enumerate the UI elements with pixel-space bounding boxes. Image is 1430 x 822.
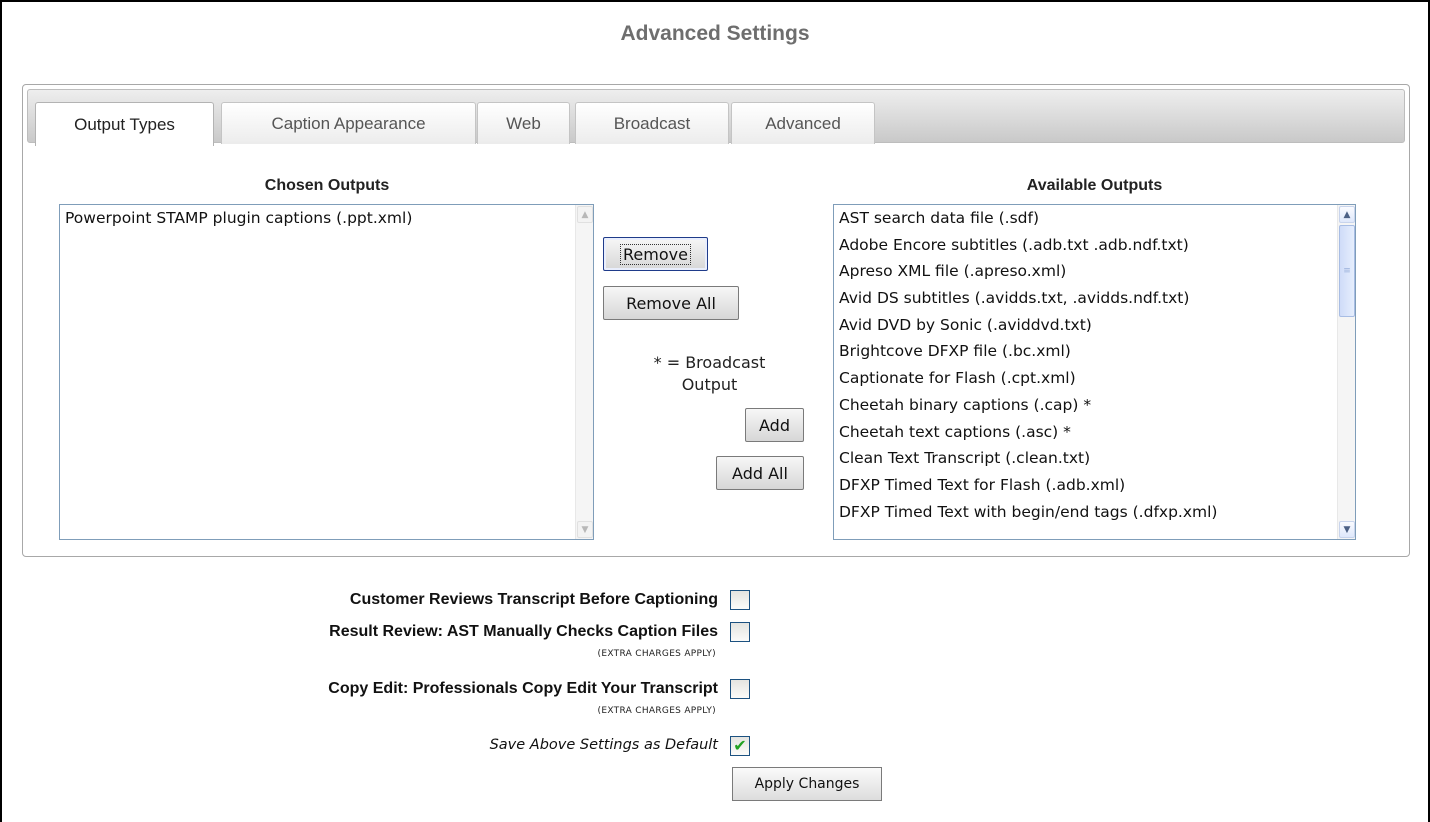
result-review-note: (EXTRA CHARGES APPLY) <box>597 649 716 659</box>
list-item[interactable]: Captionate for Flash (.cpt.xml) <box>834 365 1355 392</box>
check-icon: ✔ <box>733 736 747 755</box>
list-item[interactable]: Avid DS subtitles (.avidds.txt, .avidds.… <box>834 285 1355 312</box>
available-outputs-heading: Available Outputs <box>1026 177 1163 194</box>
copy-edit-note: (EXTRA CHARGES APPLY) <box>597 706 716 716</box>
tab-web[interactable]: Web <box>477 102 570 144</box>
save-default-label: Save Above Settings as Default <box>489 737 718 753</box>
tab-strip: Output Types Caption Appearance Web Broa… <box>27 89 1405 146</box>
list-item[interactable]: Adobe Encore subtitles (.adb.txt .adb.nd… <box>834 232 1355 259</box>
chosen-outputs-heading: Chosen Outputs <box>264 177 390 194</box>
result-review-label: Result Review: AST Manually Checks Capti… <box>329 623 718 640</box>
chosen-outputs-list[interactable]: Powerpoint STAMP plugin captions (.ppt.x… <box>59 204 594 540</box>
add-button[interactable]: Add <box>745 408 804 442</box>
available-items: AST search data file (.sdf) Adobe Encore… <box>834 205 1355 525</box>
list-item[interactable]: Apreso XML file (.apreso.xml) <box>834 258 1355 285</box>
tab-output-types[interactable]: Output Types <box>35 102 214 146</box>
available-outputs-list[interactable]: AST search data file (.sdf) Adobe Encore… <box>833 204 1356 540</box>
add-all-button[interactable]: Add All <box>716 456 804 490</box>
scroll-down-icon[interactable]: ▼ <box>577 521 593 538</box>
broadcast-note-line2: Output <box>681 375 738 394</box>
remove-all-button[interactable]: Remove All <box>603 286 739 320</box>
list-item[interactable]: Powerpoint STAMP plugin captions (.ppt.x… <box>60 205 593 232</box>
list-item[interactable]: Clean Text Transcript (.clean.txt) <box>834 445 1355 472</box>
save-default-checkbox[interactable]: ✔ <box>730 736 750 756</box>
chosen-scrollbar[interactable]: ▲ ▼ <box>575 205 593 539</box>
list-item[interactable]: Cheetah binary captions (.cap) * <box>834 392 1355 419</box>
list-item[interactable]: Brightcove DFXP file (.bc.xml) <box>834 338 1355 365</box>
scroll-down-icon[interactable]: ▼ <box>1339 521 1355 538</box>
list-item[interactable]: AST search data file (.sdf) <box>834 205 1355 232</box>
scroll-up-icon[interactable]: ▲ <box>577 206 593 223</box>
page-title: Advanced Settings <box>620 22 810 45</box>
result-review-checkbox[interactable] <box>730 622 750 642</box>
remove-button-label: Remove <box>620 243 691 265</box>
grip-icon: ≡ <box>1343 266 1351 276</box>
list-item[interactable]: DFXP Timed Text for Flash (.adb.xml) <box>834 472 1355 499</box>
scroll-thumb[interactable]: ≡ <box>1339 225 1355 317</box>
copy-edit-label: Copy Edit: Professionals Copy Edit Your … <box>328 680 718 697</box>
customer-review-label: Customer Reviews Transcript Before Capti… <box>349 591 718 608</box>
list-item[interactable]: Avid DVD by Sonic (.aviddvd.txt) <box>834 312 1355 339</box>
tab-advanced[interactable]: Advanced <box>731 102 875 144</box>
list-item[interactable]: Cheetah text captions (.asc) * <box>834 419 1355 446</box>
remove-button[interactable]: Remove <box>603 237 708 271</box>
broadcast-note-line1: * = Broadcast <box>653 353 766 372</box>
copy-edit-checkbox[interactable] <box>730 679 750 699</box>
customer-review-checkbox[interactable] <box>730 590 750 610</box>
scroll-up-icon[interactable]: ▲ <box>1339 206 1355 223</box>
available-scrollbar[interactable]: ▲ ≡ ▼ <box>1337 205 1355 539</box>
broadcast-note: * = Broadcast Output <box>612 352 807 396</box>
apply-changes-button[interactable]: Apply Changes <box>732 767 882 801</box>
list-item[interactable]: DFXP Timed Text with begin/end tags (.df… <box>834 499 1355 526</box>
tab-broadcast[interactable]: Broadcast <box>575 102 729 144</box>
tab-caption-appearance[interactable]: Caption Appearance <box>221 102 476 144</box>
